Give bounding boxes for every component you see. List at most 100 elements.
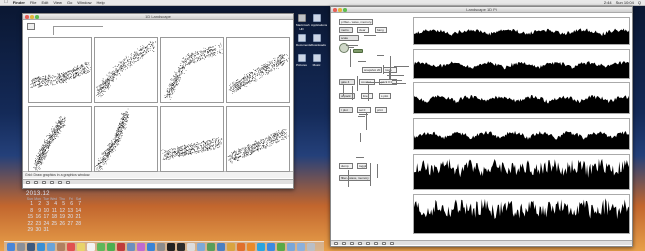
patch-cord [383, 65, 384, 74]
skype-icon[interactable] [257, 242, 265, 251]
menu-window[interactable]: Window [77, 0, 91, 5]
desktop-icon-label: Music [312, 63, 321, 67]
menu-clock[interactable]: Sun 10:04 [616, 0, 634, 5]
trash-icon[interactable] [307, 242, 315, 251]
scatter-plot [28, 37, 92, 103]
menu-help[interactable]: Help [97, 0, 105, 5]
menu-app-name[interactable]: Finder [13, 0, 25, 5]
patch-object[interactable]: p filter~ wave, memory~ [339, 19, 373, 25]
minimize-button[interactable] [30, 15, 34, 19]
downloads-icon[interactable] [297, 242, 305, 251]
presentation-button[interactable] [42, 180, 46, 184]
calendar-day: 10 [43, 207, 49, 214]
patch-object[interactable]: sel 0 [357, 107, 371, 113]
reminders-icon[interactable] [87, 242, 95, 251]
patch-object[interactable]: scale [339, 35, 359, 41]
preferences-icon[interactable] [157, 242, 165, 251]
grid-button[interactable] [50, 180, 54, 184]
minimize-button[interactable] [338, 8, 342, 12]
patch-object[interactable]: snapshot 20 [362, 67, 382, 73]
chrome-icon[interactable] [227, 242, 235, 251]
calendar-day: 4 [54, 201, 57, 207]
waveform-display [413, 82, 630, 114]
patch-object[interactable]: filter~ wave, memory 10000 [339, 175, 371, 181]
folder-icon[interactable] [287, 242, 295, 251]
gain-slider[interactable] [353, 49, 363, 53]
finder-icon[interactable] [7, 242, 15, 251]
messages-icon[interactable] [97, 242, 105, 251]
patch-object[interactable]: line [361, 93, 373, 99]
new-object-button[interactable] [58, 180, 62, 184]
patch-object[interactable]: metro [339, 27, 353, 33]
patch-object[interactable]: dump [339, 163, 353, 169]
apple-menu-icon[interactable]:  [4, 0, 8, 5]
edit-mode-button[interactable] [342, 241, 346, 245]
menu-edit[interactable]: Edit [41, 0, 48, 5]
safari-icon[interactable] [37, 242, 45, 251]
desktop-icon-folder[interactable]: Music [311, 54, 322, 67]
preview-icon[interactable] [197, 242, 205, 251]
patch-icon[interactable] [27, 23, 35, 30]
calendar-day: 27 [67, 220, 73, 227]
patch-object[interactable]: clear [357, 27, 369, 33]
close-button[interactable] [25, 15, 29, 19]
mail-icon[interactable] [47, 242, 55, 251]
left-window-titlebar[interactable]: 1D Landscape [23, 14, 293, 20]
zoom-in-button[interactable] [390, 241, 394, 245]
app-store-icon[interactable] [147, 242, 155, 251]
patch-object[interactable]: toggle [357, 163, 367, 169]
inspector-button[interactable] [374, 241, 378, 245]
patch-object[interactable]: unpack [339, 93, 355, 99]
menu-file[interactable]: File [30, 0, 36, 5]
dropbox-icon[interactable] [267, 242, 275, 251]
zoom-button[interactable] [343, 8, 347, 12]
iphoto-icon[interactable] [127, 242, 135, 251]
patch-object[interactable]: print [375, 107, 387, 113]
contacts-icon[interactable] [57, 242, 65, 251]
left-status-bar: Grid: Draw graphics in a graphics window… [23, 171, 293, 178]
left-window-toolbar [23, 179, 293, 184]
calendar-icon[interactable] [67, 242, 75, 251]
facetime-icon[interactable] [107, 242, 115, 251]
launchpad-icon[interactable] [17, 242, 25, 251]
new-object-button[interactable] [366, 241, 370, 245]
desktop-icon-folder[interactable]: Applications [311, 14, 327, 27]
lock-button[interactable] [26, 180, 30, 184]
presentation-button[interactable] [350, 241, 354, 245]
itunes-icon[interactable] [137, 242, 145, 251]
desktop-icon-hd[interactable]: Macintosh HD [296, 14, 310, 31]
menu-extra-1[interactable]: 2:44 [604, 0, 612, 5]
evernote-icon[interactable] [277, 242, 285, 251]
edit-mode-button[interactable] [34, 180, 38, 184]
xcode-icon[interactable] [217, 242, 225, 251]
scatter-plot [160, 106, 224, 172]
activity-icon[interactable] [207, 242, 215, 251]
patch-object[interactable]: r plot [339, 107, 353, 113]
zoom-out-button[interactable] [382, 241, 386, 245]
menu-go[interactable]: Go [67, 0, 72, 5]
notes-icon[interactable] [77, 242, 85, 251]
inspector-button[interactable] [66, 180, 70, 184]
patch-object[interactable]: bang [375, 27, 387, 33]
calendar-day: 19 [59, 214, 65, 220]
grid-button[interactable] [358, 241, 362, 245]
photo-booth-icon[interactable] [117, 242, 125, 251]
patch-object[interactable]: gate 4 [339, 79, 355, 85]
max-icon[interactable] [177, 242, 185, 251]
patch-object[interactable]: s plot [379, 93, 391, 99]
textedit-icon[interactable] [187, 242, 195, 251]
landscape-plot-window: 1D Landscape Grid: Draw graphics in a gr… [22, 13, 294, 189]
terminal-icon[interactable] [167, 242, 175, 251]
desktop-icon-folder[interactable]: Documents [296, 34, 311, 47]
firefox-icon[interactable] [237, 242, 245, 251]
vlc-icon[interactable] [247, 242, 255, 251]
desktop-icon-folder[interactable]: Pictures [296, 54, 307, 67]
spotlight-icon[interactable]: Q [638, 0, 641, 5]
scatter-plot [94, 37, 158, 103]
mission-control-icon[interactable] [27, 242, 35, 251]
close-button[interactable] [333, 8, 337, 12]
menu-view[interactable]: View [53, 0, 62, 5]
desktop-icon-folder[interactable]: Downloads [311, 34, 326, 47]
zoom-button[interactable] [35, 15, 39, 19]
lock-button[interactable] [334, 241, 338, 245]
